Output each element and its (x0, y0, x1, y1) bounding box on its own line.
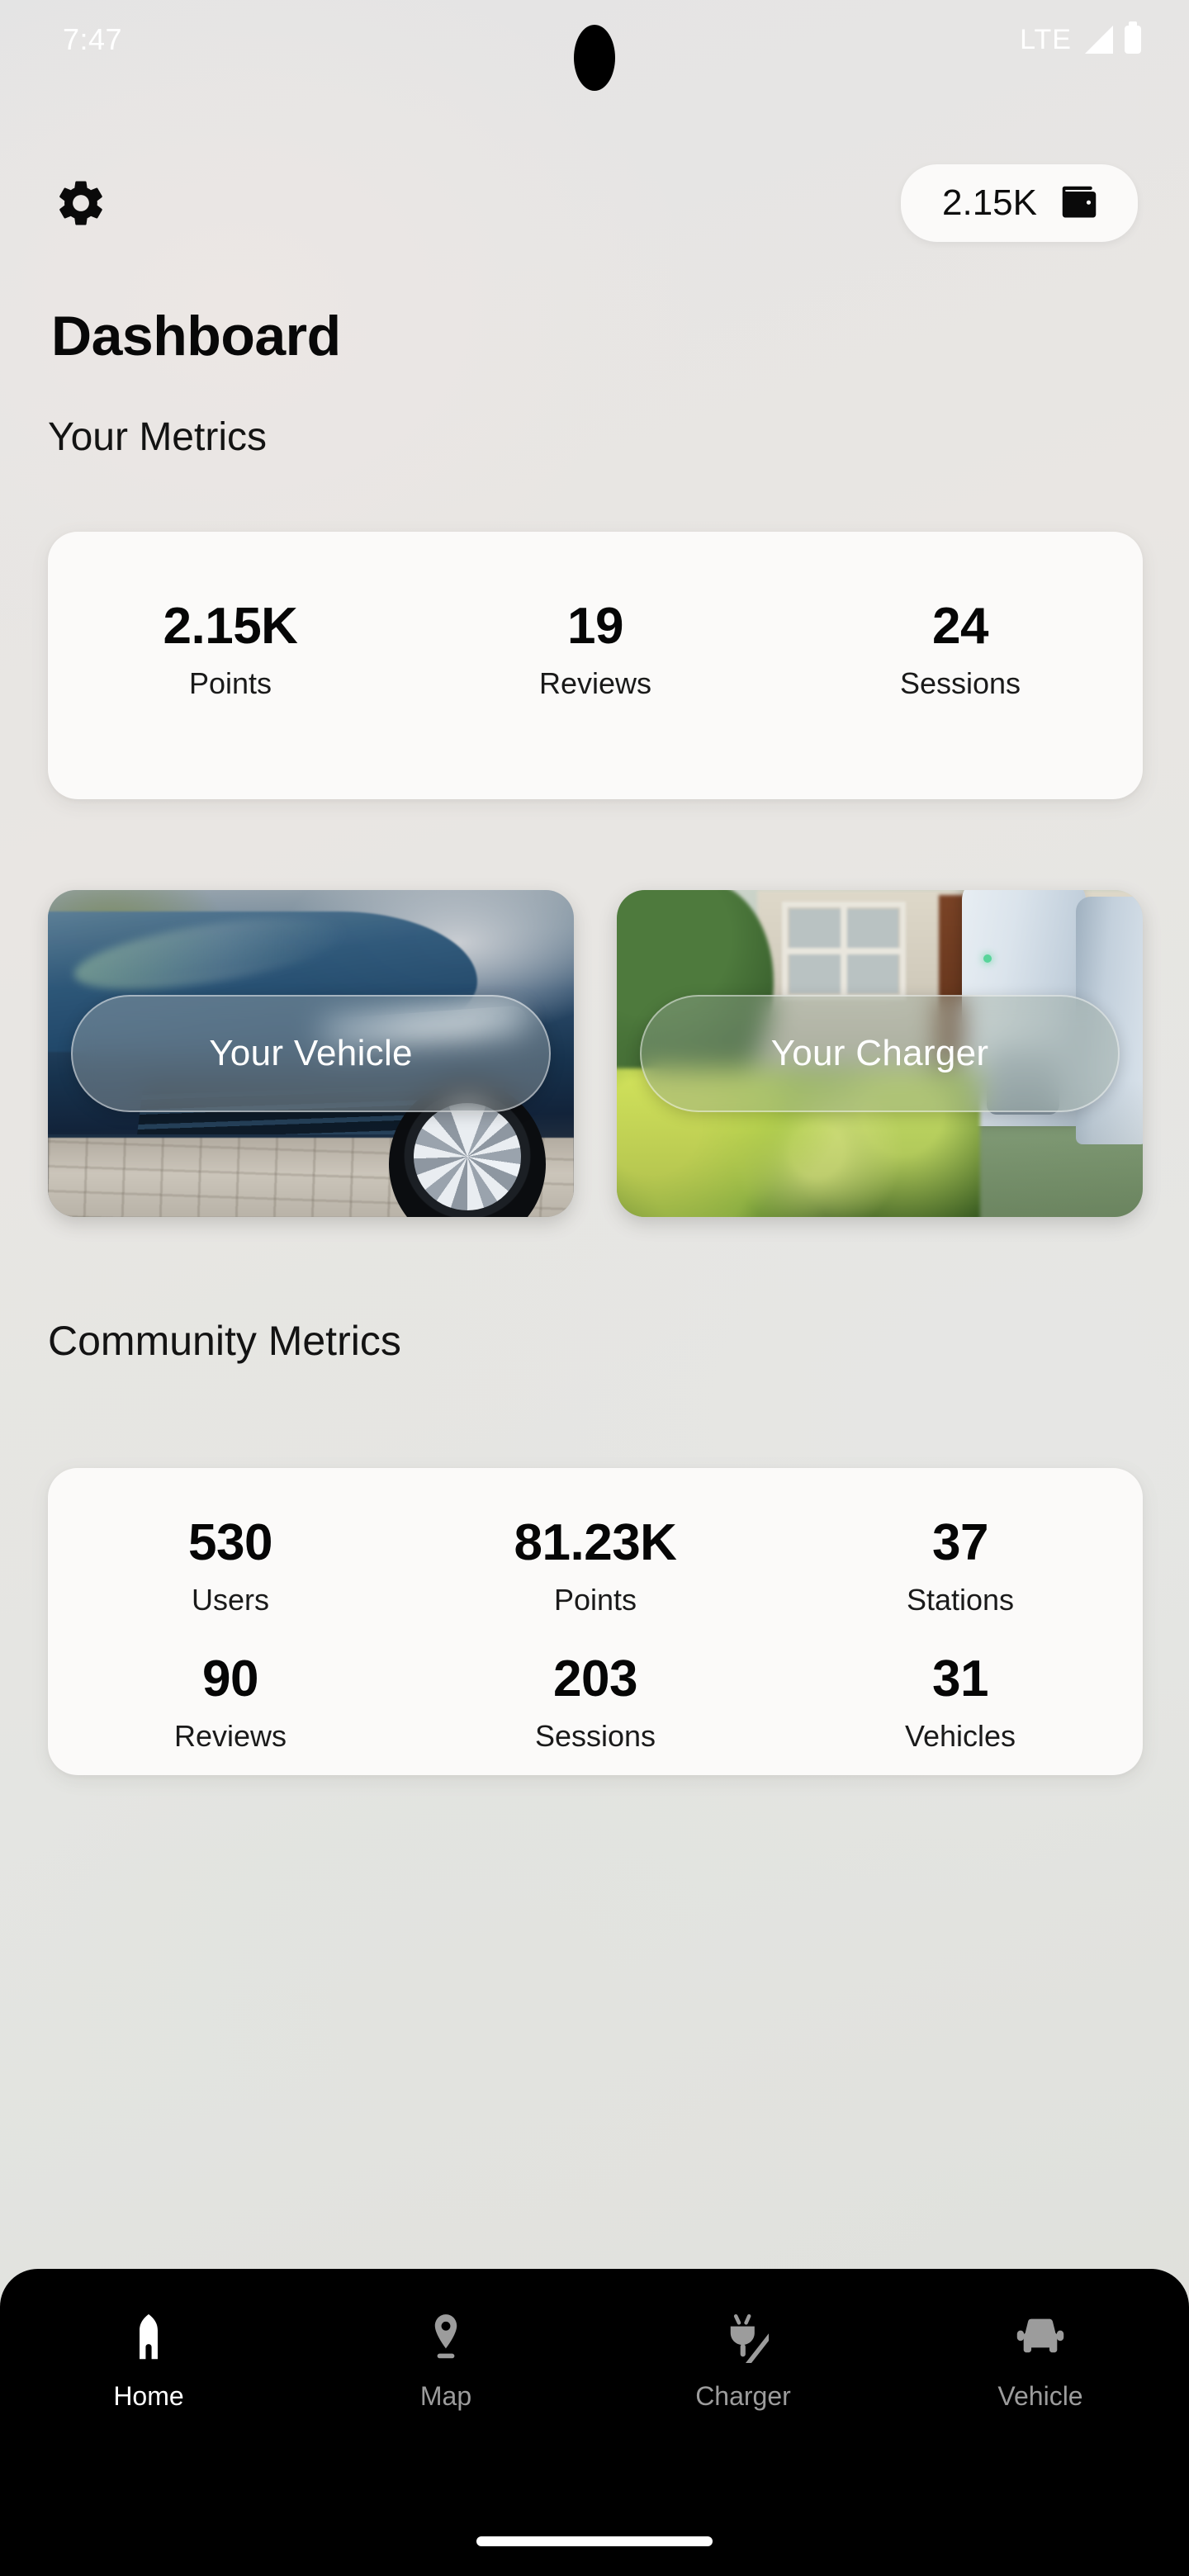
stat-label: Points (188, 666, 272, 701)
signal-bars-icon (1083, 26, 1113, 54)
network-type-label: LTE (1020, 23, 1072, 55)
stat-value: 203 (553, 1650, 637, 1708)
stat-points: 81.23K Points (413, 1516, 778, 1617)
page-title: Dashboard (51, 305, 341, 367)
stat-label: Sessions (534, 1719, 656, 1754)
map-pin-icon (424, 2304, 467, 2371)
your-vehicle-tile[interactable]: Your Vehicle (48, 890, 574, 1217)
nav-label: Map (419, 2381, 472, 2411)
stat-sessions: 24 Sessions (778, 599, 1143, 701)
community-metrics-heading: Community Metrics (48, 1318, 401, 1364)
tile-label: Your Vehicle (209, 1033, 413, 1073)
quick-access-tiles: Your Vehicle Your Charger (48, 890, 1143, 1217)
stat-users: 530 Users (48, 1516, 413, 1617)
stat-reviews: 90 Reviews (48, 1652, 413, 1754)
nav-item-vehicle[interactable]: Vehicle (892, 2304, 1189, 2447)
community-metrics-row-2: 90 Reviews 203 Sessions 31 Vehicles (48, 1617, 1143, 1754)
settings-button[interactable] (51, 173, 111, 233)
camera-punch-hole (574, 25, 615, 91)
stat-label: Reviews (173, 1719, 287, 1754)
stat-label: Users (191, 1583, 269, 1617)
wallet-balance-value: 2.15K (942, 182, 1037, 223)
car-icon (1015, 2304, 1066, 2371)
nav-item-charger[interactable]: Charger (594, 2304, 892, 2447)
battery-icon (1125, 21, 1141, 54)
wallet-balance-chip[interactable]: 2.15K (901, 164, 1138, 242)
your-metrics-row: 2.15K Points 19 Reviews 24 Sessions (48, 532, 1143, 701)
stat-value: 90 (202, 1650, 258, 1708)
nav-item-home[interactable]: Home (0, 2304, 297, 2447)
stat-reviews: 19 Reviews (413, 599, 778, 701)
stat-value: 37 (932, 1514, 988, 1571)
app-top-bar: 2.15K (0, 154, 1189, 253)
gear-icon (59, 181, 102, 225)
stat-points: 2.15K Points (48, 599, 413, 701)
stat-vehicles: 31 Vehicles (778, 1652, 1143, 1754)
stat-sessions: 203 Sessions (413, 1652, 778, 1754)
your-charger-tile[interactable]: Your Charger (617, 890, 1143, 1217)
status-indicators: LTE (1020, 21, 1141, 56)
tile-label: Your Charger (770, 1033, 989, 1073)
stat-label: Reviews (538, 666, 652, 701)
stat-label: Stations (906, 1583, 1015, 1617)
stat-value: 530 (188, 1514, 272, 1571)
bottom-navigation-bar: Home Map Charger Vehicle (0, 2269, 1189, 2576)
your-vehicle-pill: Your Vehicle (71, 995, 551, 1112)
charger-plug-icon (718, 2304, 769, 2371)
stat-value: 2.15K (163, 598, 298, 655)
stat-value: 31 (932, 1650, 988, 1708)
community-metrics-card: 530 Users 81.23K Points 37 Stations 90 R… (48, 1468, 1143, 1775)
your-metrics-heading: Your Metrics (48, 415, 267, 459)
nav-item-map[interactable]: Map (297, 2304, 594, 2447)
stat-value: 19 (567, 598, 623, 655)
stat-stations: 37 Stations (778, 1516, 1143, 1617)
home-indicator (476, 2536, 713, 2546)
your-metrics-card: 2.15K Points 19 Reviews 24 Sessions (48, 532, 1143, 799)
home-icon (125, 2304, 173, 2371)
your-charger-pill: Your Charger (640, 995, 1120, 1112)
stat-label: Sessions (899, 666, 1021, 701)
stat-label: Vehicles (904, 1719, 1016, 1754)
stat-label: Points (553, 1583, 637, 1617)
community-metrics-row-1: 530 Users 81.23K Points 37 Stations (48, 1468, 1143, 1617)
stat-value: 81.23K (514, 1514, 677, 1571)
status-time: 7:47 (63, 22, 123, 56)
stat-value: 24 (932, 598, 988, 655)
nav-label: Charger (695, 2381, 791, 2411)
wallet-icon (1062, 186, 1097, 218)
nav-label: Home (113, 2381, 184, 2411)
nav-label: Vehicle (997, 2381, 1083, 2411)
